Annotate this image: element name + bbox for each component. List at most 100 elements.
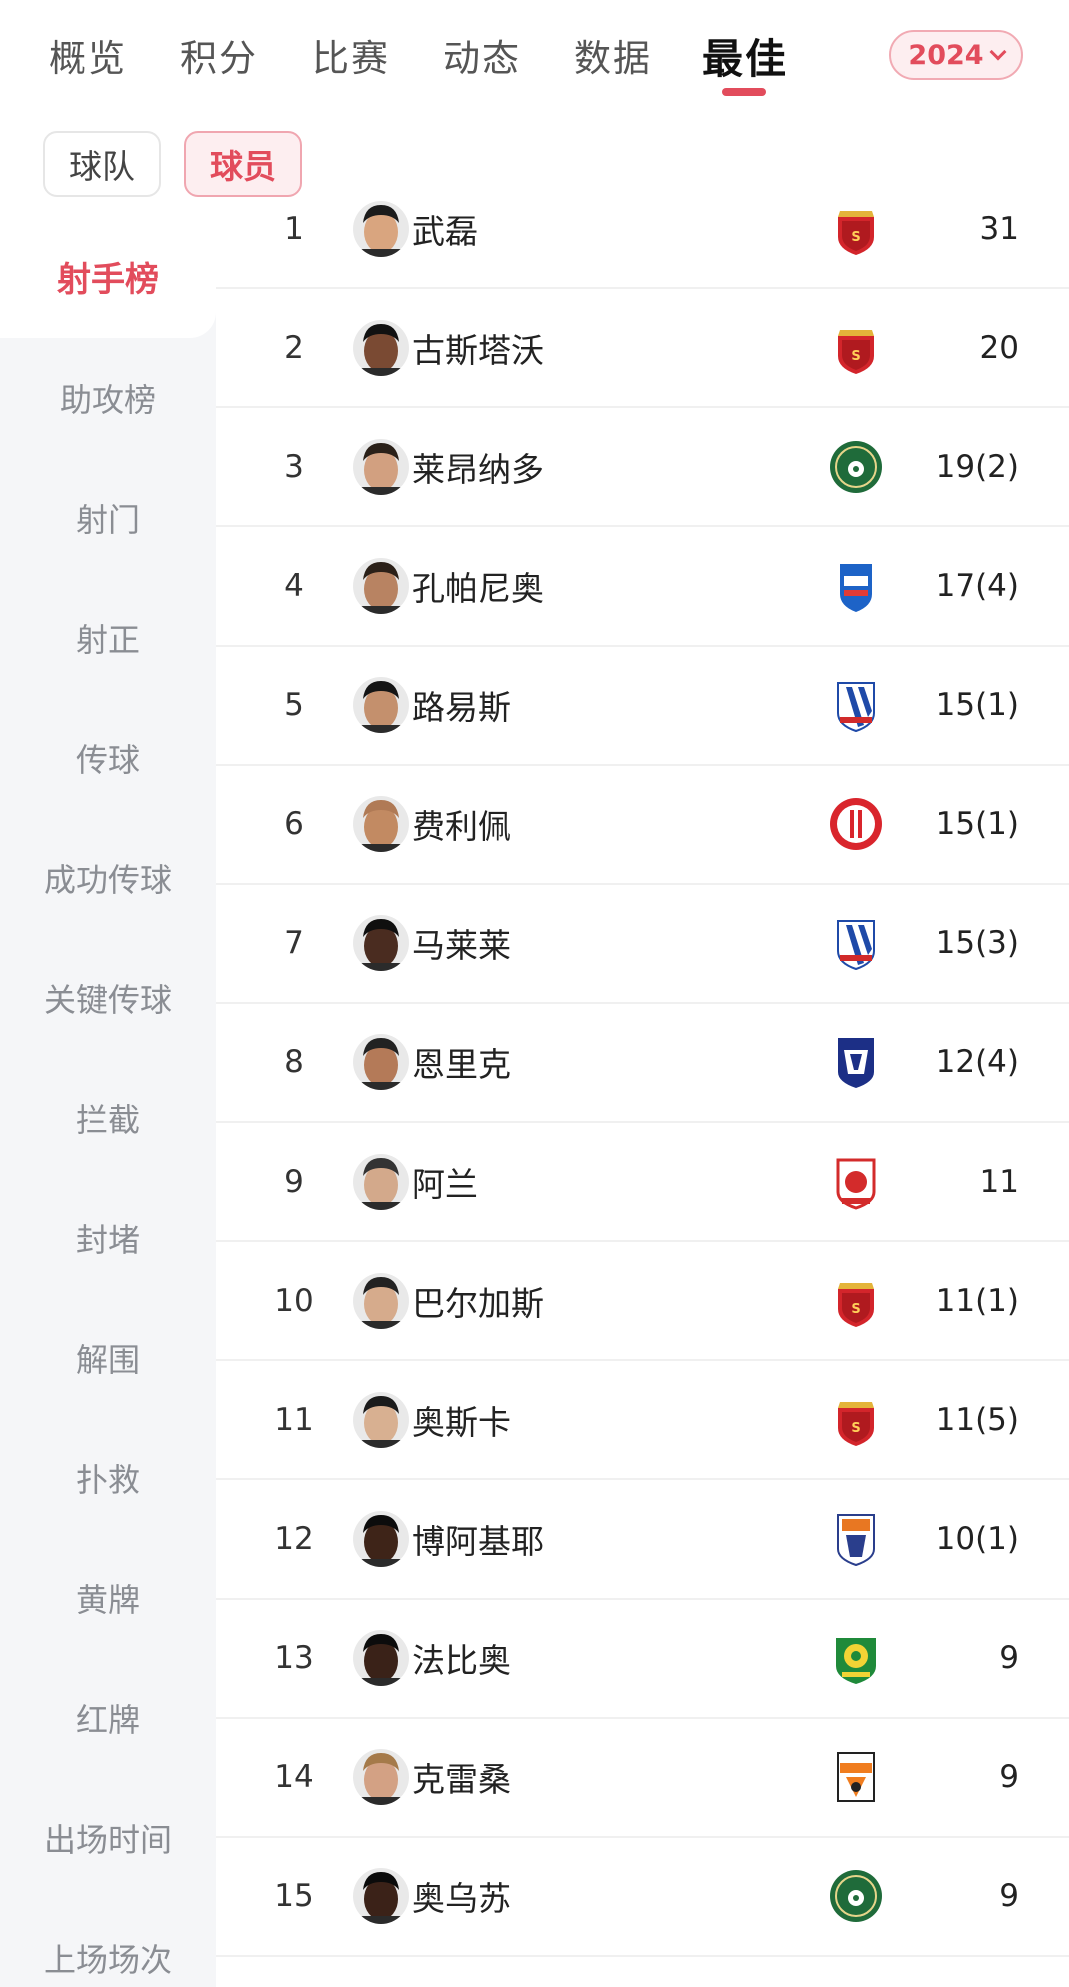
player-name: 法比奥 xyxy=(412,1641,511,1681)
tab-stats[interactable]: 数据 xyxy=(574,28,652,82)
player-name: 武磊 xyxy=(412,211,478,251)
player-name: 恩里克 xyxy=(412,1045,511,1085)
player-rank: 12 xyxy=(274,1520,314,1557)
player-rank: 4 xyxy=(284,567,304,604)
season-selector[interactable]: 2024 xyxy=(889,30,1023,80)
player-rank: 15 xyxy=(274,1878,314,1915)
list-item[interactable]: 9 阿兰 11 xyxy=(216,1123,1069,1243)
sidebar-item[interactable]: 射门 xyxy=(0,458,216,578)
shanghai-port-team-badge-icon: S xyxy=(828,320,884,376)
player-name: 马莱莱 xyxy=(412,926,511,966)
player-name: 奥斯卡 xyxy=(412,1402,511,1442)
list-item[interactable]: 11 奥斯卡 S 11(5) xyxy=(216,1361,1069,1481)
tab-matches[interactable]: 比赛 xyxy=(312,28,390,82)
sidebar-item[interactable]: 助攻榜 xyxy=(0,338,216,458)
player-avatar xyxy=(353,1034,409,1091)
player-name: 古斯塔沃 xyxy=(412,330,544,370)
player-rank: 13 xyxy=(274,1640,314,1677)
sidebar-item[interactable]: 上场场次 xyxy=(0,1898,216,1987)
chengdu-team-badge-icon xyxy=(828,796,884,852)
player-avatar xyxy=(353,1153,409,1210)
player-avatar xyxy=(353,1868,409,1925)
shanghai-port-team-badge-icon: S xyxy=(828,1273,884,1329)
qingdao-team-badge-icon xyxy=(828,1154,884,1210)
taishan-team-badge-icon xyxy=(828,1749,884,1805)
list-item[interactable]: 14 克雷桑 9 xyxy=(216,1719,1069,1838)
goals-value: 10(1) xyxy=(935,1520,1019,1557)
player-name: 路易斯 xyxy=(412,688,511,728)
player-name: 博阿基耶 xyxy=(412,1521,544,1561)
player-avatar xyxy=(353,1630,409,1687)
shanghai-port-team-badge-icon: S xyxy=(828,201,884,257)
player-name: 克雷桑 xyxy=(412,1760,511,1800)
player-avatar xyxy=(353,796,409,853)
player-avatar xyxy=(353,677,409,734)
list-item[interactable]: 7 马莱莱 15(3) xyxy=(216,885,1069,1004)
player-rank: 1 xyxy=(284,210,304,247)
svg-text:S: S xyxy=(851,349,860,364)
sidebar-item[interactable]: 拦截 xyxy=(0,1058,216,1178)
goals-value: 9 xyxy=(999,1759,1019,1796)
segment-team[interactable]: 球队 xyxy=(43,131,161,197)
svg-text:S: S xyxy=(851,1302,860,1317)
sidebar-item[interactable]: 解围 xyxy=(0,1298,216,1418)
player-rank: 2 xyxy=(284,329,304,366)
zhejiang-team-badge-icon xyxy=(828,439,884,495)
tab-overview[interactable]: 概览 xyxy=(49,28,127,82)
player-rank: 3 xyxy=(284,448,304,485)
goals-value: 11(5) xyxy=(935,1401,1019,1438)
goals-value: 31 xyxy=(979,210,1019,247)
sidebar-item[interactable]: 封堵 xyxy=(0,1178,216,1298)
sidebar-item[interactable]: 射正 xyxy=(0,578,216,698)
player-avatar xyxy=(353,1510,409,1567)
player-rank: 14 xyxy=(274,1759,314,1796)
player-avatar xyxy=(353,1749,409,1806)
goals-value: 12(4) xyxy=(935,1044,1019,1081)
goals-value: 15(1) xyxy=(935,687,1019,724)
player-avatar xyxy=(353,1391,409,1448)
goals-value: 19(2) xyxy=(935,448,1019,485)
goals-value: 11(1) xyxy=(935,1282,1019,1319)
list-item[interactable]: 13 法比奥 9 xyxy=(216,1600,1069,1719)
player-avatar xyxy=(353,557,409,614)
stat-category-sidebar: 射手榜 助攻榜 射门 射正 传球 成功传球 关键传球 拦截 封堵 解围 扑救 黄牌 红牌 出场时间 上场场次 xyxy=(0,215,216,1987)
sidebar-item[interactable]: 出场时间 xyxy=(0,1778,216,1898)
list-item[interactable]: 2 古斯塔沃 S 20 xyxy=(216,289,1069,409)
tab-standings[interactable]: 积分 xyxy=(180,28,258,82)
sidebar-item[interactable]: 扑救 xyxy=(0,1418,216,1538)
active-tab-indicator xyxy=(722,88,766,96)
player-name: 阿兰 xyxy=(412,1164,478,1204)
sidebar-item[interactable]: 射手榜 xyxy=(0,215,216,338)
shanghai-port-team-badge-icon: S xyxy=(828,1392,884,1448)
list-item[interactable]: 3 莱昂纳多 19(2) xyxy=(216,408,1069,528)
list-item[interactable]: 1 武磊 S 31 xyxy=(216,170,1069,290)
sidebar-item[interactable]: 传球 xyxy=(0,698,216,818)
list-item[interactable]: 12 博阿基耶 10(1) xyxy=(216,1480,1069,1600)
list-item[interactable]: 10 巴尔加斯 S 11(1) xyxy=(216,1242,1069,1362)
player-rank: 10 xyxy=(274,1282,314,1319)
list-item[interactable]: 5 路易斯 15(1) xyxy=(216,647,1069,766)
player-avatar xyxy=(353,200,409,257)
meizhou-team-badge-icon xyxy=(828,558,884,614)
goals-value: 11 xyxy=(979,1163,1019,1200)
list-item[interactable]: 4 孔帕尼奥 17(4) xyxy=(216,527,1069,647)
zhejiang-team-badge-icon xyxy=(828,1868,884,1924)
list-item[interactable]: 15 奥乌苏 9 xyxy=(216,1838,1069,1957)
goals-value: 9 xyxy=(999,1878,1019,1915)
sidebar-item[interactable]: 关键传球 xyxy=(0,938,216,1058)
tab-best[interactable]: 最佳 xyxy=(702,25,788,85)
sidebar-item[interactable]: 红牌 xyxy=(0,1658,216,1778)
list-item[interactable]: 6 费利佩 15(1) xyxy=(216,766,1069,885)
player-avatar xyxy=(353,915,409,972)
wuhan-team-badge-icon xyxy=(828,1034,884,1090)
guoan-team-badge-icon xyxy=(828,1630,884,1686)
sidebar-item[interactable]: 成功传球 xyxy=(0,818,216,938)
sidebar-item[interactable]: 黄牌 xyxy=(0,1538,216,1658)
list-item[interactable]: 8 恩里克 12(4) xyxy=(216,1004,1069,1123)
player-rank: 7 xyxy=(284,925,304,962)
tab-news[interactable]: 动态 xyxy=(443,28,521,82)
player-rank: 11 xyxy=(274,1401,314,1438)
top-tab-bar: 概览 积分 比赛 动态 数据 最佳 2024 xyxy=(0,0,1069,110)
chevron-down-icon xyxy=(989,43,1007,61)
goals-value: 17(4) xyxy=(935,567,1019,604)
